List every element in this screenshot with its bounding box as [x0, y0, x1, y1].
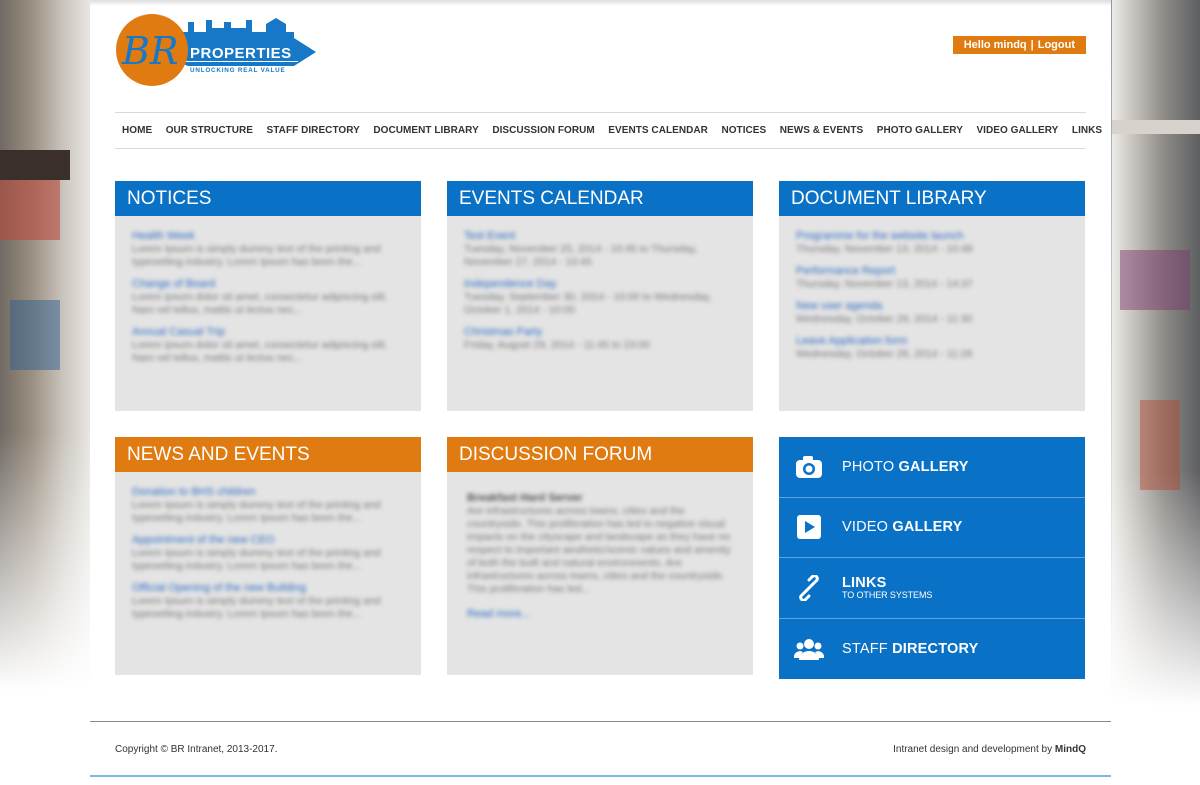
list-item[interactable]: Programme for the website launch Thursday…	[796, 230, 1068, 256]
item-title[interactable]: Donation to BHS children	[132, 486, 404, 499]
list-item[interactable]: Performance Report Thursday, November 13,…	[796, 265, 1068, 291]
background-right	[1112, 0, 1200, 785]
item-title[interactable]: Independence Day	[464, 278, 736, 291]
staff-directory-link[interactable]: STAFF DIRECTORY	[779, 619, 1085, 680]
photo-gallery-link[interactable]: PHOTO GALLERY	[779, 437, 1085, 498]
item-desc: Lorem Ipsum is simply dummy text of the …	[132, 499, 381, 524]
bottom-divider	[90, 775, 1111, 777]
item-title[interactable]: Appointment of the new CEO	[132, 534, 404, 547]
footer-divider	[90, 721, 1111, 722]
quick-links-panel: PHOTO GALLERY VIDEO GALLERY LINKS TO OTHE…	[779, 437, 1085, 679]
nav-discussion-forum[interactable]: DISCUSSION FORUM	[492, 125, 594, 136]
item-title[interactable]: Christmas Party	[464, 326, 736, 339]
forum-post-text: Are infrastructures across towns, cities…	[467, 505, 731, 595]
news-panel: NEWS AND EVENTS Donation to BHS children…	[115, 437, 421, 675]
nav-events-calendar[interactable]: EVENTS CALENDAR	[608, 125, 708, 136]
item-title[interactable]: Health Week	[132, 230, 404, 243]
news-title[interactable]: NEWS AND EVENTS	[115, 437, 421, 472]
item-title[interactable]: Leave Application form	[796, 335, 1068, 348]
item-title[interactable]: Performance Report	[796, 265, 1068, 278]
nav-home[interactable]: HOME	[122, 125, 152, 136]
notices-title[interactable]: NOTICES	[115, 181, 421, 216]
links-label-bold: LINKS	[842, 575, 887, 592]
user-separator: |	[1030, 39, 1034, 51]
staff-label-bold: DIRECTORY	[892, 640, 979, 657]
logout-link[interactable]: Logout	[1038, 39, 1075, 51]
item-desc: Tuesday, November 25, 2014 - 10:45 to Th…	[464, 243, 698, 268]
item-desc: Lorem ipsum dolor sit amet, consectetur …	[132, 291, 388, 316]
links-sublabel: TO OTHER SYSTEMS	[842, 590, 933, 601]
people-icon	[794, 634, 824, 664]
nav-video-gallery[interactable]: VIDEO GALLERY	[976, 125, 1058, 136]
user-box: Hello mindq | Logout	[952, 36, 1086, 54]
copyright-text: Copyright © BR Intranet, 2013-2017.	[115, 744, 278, 755]
item-title[interactable]: Annual Casual Trip	[132, 326, 404, 339]
logo-monogram: BR	[121, 29, 179, 73]
list-item[interactable]: Appointment of the new CEO Lorem Ipsum is…	[132, 534, 404, 573]
item-desc: Thursday, November 13, 2014 - 10:48	[796, 243, 973, 255]
forum-title[interactable]: DISCUSSION FORUM	[447, 437, 753, 472]
background-left	[0, 0, 90, 785]
logo-tagline: UNLOCKING REAL VALUE	[190, 67, 286, 74]
item-desc: Friday, August 29, 2014 - 11:45 to 23:00	[464, 339, 650, 351]
item-desc: Wednesday, October 29, 2014 - 11:30	[796, 313, 973, 325]
item-desc: Wednesday, October 29, 2014 - 11:28	[796, 348, 973, 360]
list-item[interactable]: Christmas Party Friday, August 29, 2014 -…	[464, 326, 736, 352]
notices-panel: NOTICES Health Week Lorem Ipsum is simply…	[115, 181, 421, 411]
item-title[interactable]: Change of Board	[132, 278, 404, 291]
list-item[interactable]: Change of Board Lorem ipsum dolor sit ame…	[132, 278, 404, 317]
link-icon	[794, 573, 824, 603]
list-item[interactable]: Leave Application form Wednesday, October…	[796, 335, 1068, 361]
links-link[interactable]: LINKS TO OTHER SYSTEMS	[779, 558, 1085, 619]
item-desc: Lorem Ipsum is simply dummy text of the …	[132, 547, 381, 572]
list-item[interactable]: Annual Casual Trip Lorem ipsum dolor sit …	[132, 326, 404, 365]
nav-photo-gallery[interactable]: PHOTO GALLERY	[877, 125, 963, 136]
item-desc: Tuesday, September 30, 2014 - 10:00 to W…	[464, 291, 712, 316]
nav-staff-directory[interactable]: STAFF DIRECTORY	[267, 125, 360, 136]
forum-post-title[interactable]: Breakfast Hard Server	[467, 492, 733, 505]
nav-our-structure[interactable]: OUR STRUCTURE	[166, 125, 253, 136]
camera-icon	[794, 452, 824, 482]
list-item[interactable]: Official Opening of the new Building Lore…	[132, 582, 404, 621]
item-title[interactable]: Test Event	[464, 230, 736, 243]
video-label: VIDEO	[842, 519, 893, 536]
forum-panel: DISCUSSION FORUM Breakfast Hard Server A…	[447, 437, 753, 675]
nav-document-library[interactable]: DOCUMENT LIBRARY	[373, 125, 478, 136]
events-title[interactable]: EVENTS CALENDAR	[447, 181, 753, 216]
nav-links[interactable]: LINKS	[1072, 125, 1102, 136]
logo-name: PROPERTIES	[190, 45, 292, 62]
nav-notices[interactable]: NOTICES	[721, 125, 766, 136]
list-item[interactable]: Health Week Lorem Ipsum is simply dummy t…	[132, 230, 404, 269]
document-library-title[interactable]: DOCUMENT LIBRARY	[779, 181, 1085, 216]
list-item[interactable]: Test Event Tuesday, November 25, 2014 - 1…	[464, 230, 736, 269]
nav-news-events[interactable]: NEWS & EVENTS	[780, 125, 863, 136]
credit-prefix: Intranet design and development by	[893, 744, 1055, 755]
photo-label: PHOTO	[842, 458, 899, 475]
item-desc: Lorem Ipsum is simply dummy text of the …	[132, 595, 381, 620]
item-title[interactable]: Official Opening of the new Building	[132, 582, 404, 595]
item-desc: Thursday, November 13, 2014 - 14:37	[796, 278, 973, 290]
br-properties-logo[interactable]: PROPERTIES UNLOCKING REAL VALUE BR	[116, 10, 321, 90]
document-library-panel: DOCUMENT LIBRARY Programme for the websi…	[779, 181, 1085, 411]
main-nav: HOME OUR STRUCTURE STAFF DIRECTORY DOCUM…	[115, 112, 1102, 149]
staff-label: STAFF	[842, 640, 893, 657]
credit-text: Intranet design and development by MindQ	[893, 744, 1086, 755]
credit-brand[interactable]: MindQ	[1055, 744, 1086, 755]
list-item[interactable]: Independence Day Tuesday, September 30, 2…	[464, 278, 736, 317]
item-desc: Lorem Ipsum is simply dummy text of the …	[132, 243, 381, 268]
video-gallery-link[interactable]: VIDEO GALLERY	[779, 498, 1085, 558]
user-greeting[interactable]: Hello mindq	[964, 39, 1027, 51]
item-desc: Lorem ipsum dolor sit amet, consectetur …	[132, 339, 388, 364]
video-label-bold: GALLERY	[892, 519, 963, 536]
video-play-icon	[794, 512, 824, 542]
page-container: PROPERTIES UNLOCKING REAL VALUE BR Hello…	[90, 0, 1111, 785]
list-item[interactable]: New user agenda Wednesday, October 29, 20…	[796, 300, 1068, 326]
item-title[interactable]: New user agenda	[796, 300, 1068, 313]
read-more-link[interactable]: Read more...	[467, 608, 733, 620]
photo-label-bold: GALLERY	[898, 458, 969, 475]
events-panel: EVENTS CALENDAR Test Event Tuesday, Novem…	[447, 181, 753, 411]
item-title[interactable]: Programme for the website launch	[796, 230, 1068, 243]
list-item[interactable]: Donation to BHS children Lorem Ipsum is s…	[132, 486, 404, 525]
